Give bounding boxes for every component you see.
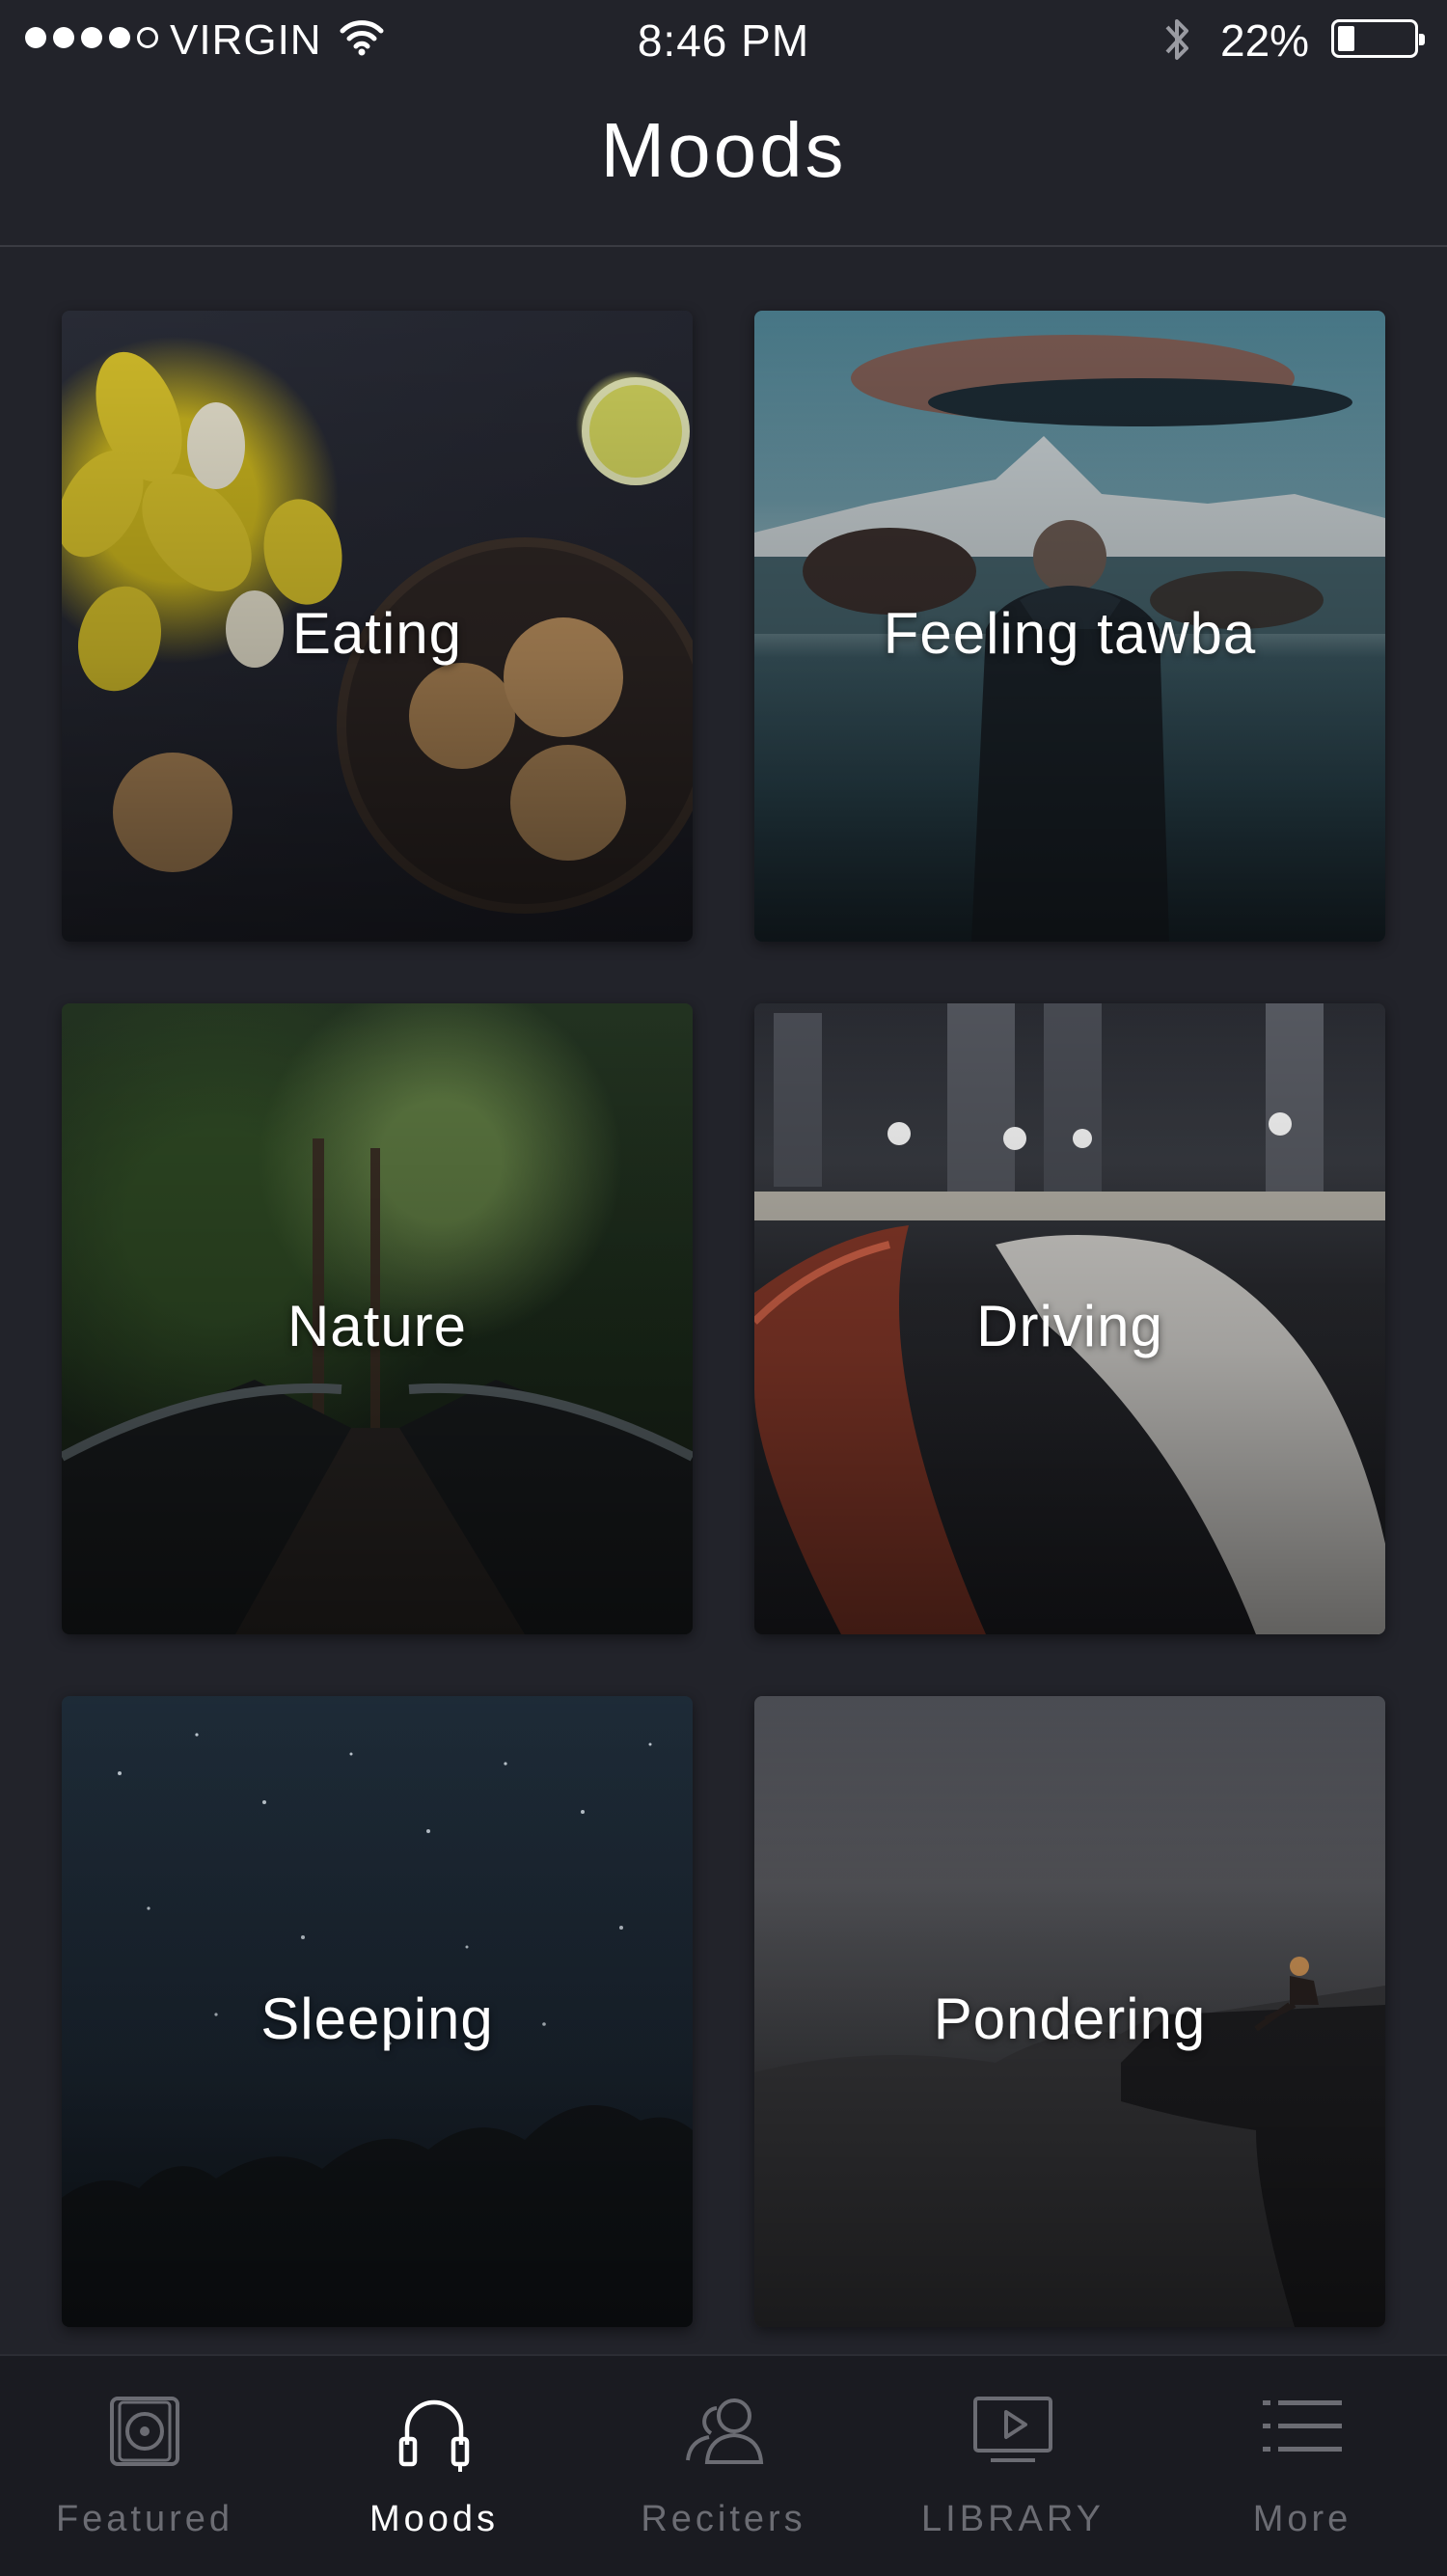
tab-more[interactable]: More <box>1158 2356 1447 2576</box>
mood-tile-nature[interactable]: Nature <box>62 1003 693 1634</box>
mood-label: Eating <box>291 601 463 666</box>
mood-label: Driving <box>976 1294 1163 1358</box>
tab-label: Featured <box>55 2499 234 2539</box>
mood-tile-pondering[interactable]: Pondering <box>754 1696 1385 2327</box>
vinyl-icon <box>106 2393 183 2475</box>
mood-label: Nature <box>287 1294 468 1358</box>
header-divider <box>0 245 1447 247</box>
tab-label: Moods <box>369 2499 500 2539</box>
battery-icon <box>1331 19 1425 58</box>
mood-label: Sleeping <box>260 1987 494 2051</box>
status-bar: VIRGIN 8:46 PM 22% <box>0 0 1447 81</box>
tab-reciters[interactable]: Reciters <box>579 2356 868 2576</box>
people-icon <box>682 2393 765 2475</box>
mood-label: Feeling tawba <box>883 601 1257 666</box>
mood-tile-driving[interactable]: Driving <box>754 1003 1385 1634</box>
headphones-icon <box>394 2393 475 2479</box>
tab-library[interactable]: LIBRARY <box>868 2356 1158 2576</box>
tab-moods[interactable]: Moods <box>289 2356 579 2576</box>
play-screen-icon <box>969 2393 1056 2475</box>
tab-bar: Featured Moods Reciters LIBRARY More <box>0 2354 1447 2576</box>
mood-label: Pondering <box>933 1987 1207 2051</box>
mood-tile-feeling-tawba[interactable]: Feeling tawba <box>754 311 1385 942</box>
battery-percent: 22% <box>1220 15 1310 66</box>
tab-label: Reciters <box>641 2499 806 2539</box>
tab-featured[interactable]: Featured <box>0 2356 289 2576</box>
mood-tile-sleeping[interactable]: Sleeping <box>62 1696 693 2327</box>
tab-label: LIBRARY <box>921 2499 1105 2539</box>
list-icon <box>1259 2393 1346 2465</box>
mood-tile-eating[interactable]: Eating <box>62 311 693 942</box>
bluetooth-icon <box>1160 14 1194 70</box>
page-title: Moods <box>600 107 847 193</box>
tab-label: More <box>1252 2499 1352 2539</box>
